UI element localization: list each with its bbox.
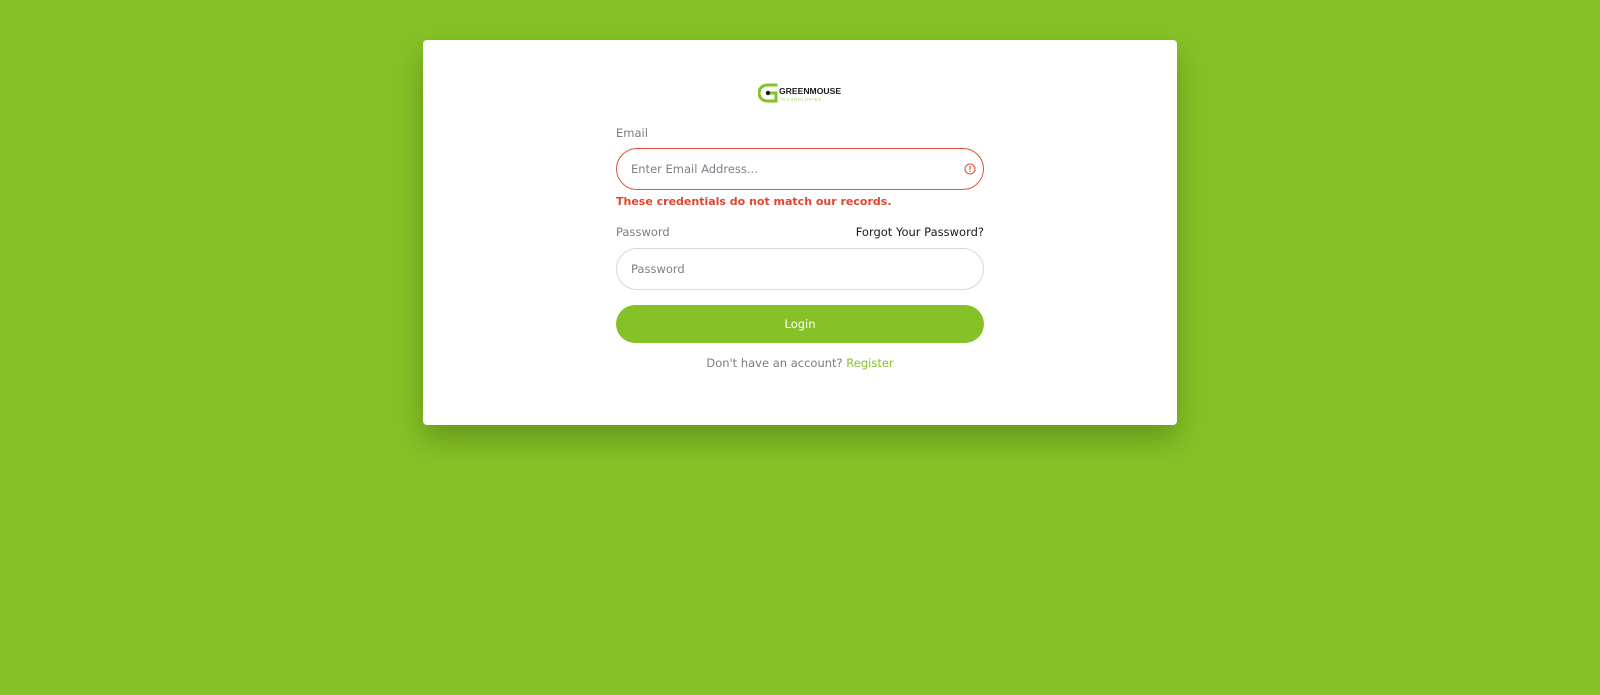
brand-tagline: TECHNOLOGIES bbox=[780, 98, 822, 102]
register-link[interactable]: Register bbox=[846, 356, 893, 370]
forgot-password-link[interactable]: Forgot Your Password? bbox=[856, 225, 984, 239]
login-button[interactable]: Login bbox=[616, 305, 984, 343]
greenmouse-logo-icon: GREENMOUSE TECHNOLOGIES bbox=[758, 83, 841, 103]
password-input[interactable] bbox=[616, 248, 984, 290]
email-label: Email bbox=[616, 126, 648, 140]
brand-logo: GREENMOUSE TECHNOLOGIES bbox=[758, 82, 844, 104]
password-label: Password bbox=[616, 225, 670, 239]
register-prompt-line: Don't have an account? Register bbox=[616, 356, 984, 370]
email-input[interactable] bbox=[616, 148, 984, 190]
exclamation-circle-icon bbox=[964, 163, 976, 175]
brand-name: GREENMOUSE bbox=[779, 86, 841, 96]
login-card: GREENMOUSE TECHNOLOGIES Email These cred… bbox=[423, 40, 1177, 425]
register-prompt-text: Don't have an account? bbox=[706, 356, 847, 370]
email-error-message: These credentials do not match our recor… bbox=[616, 195, 892, 208]
